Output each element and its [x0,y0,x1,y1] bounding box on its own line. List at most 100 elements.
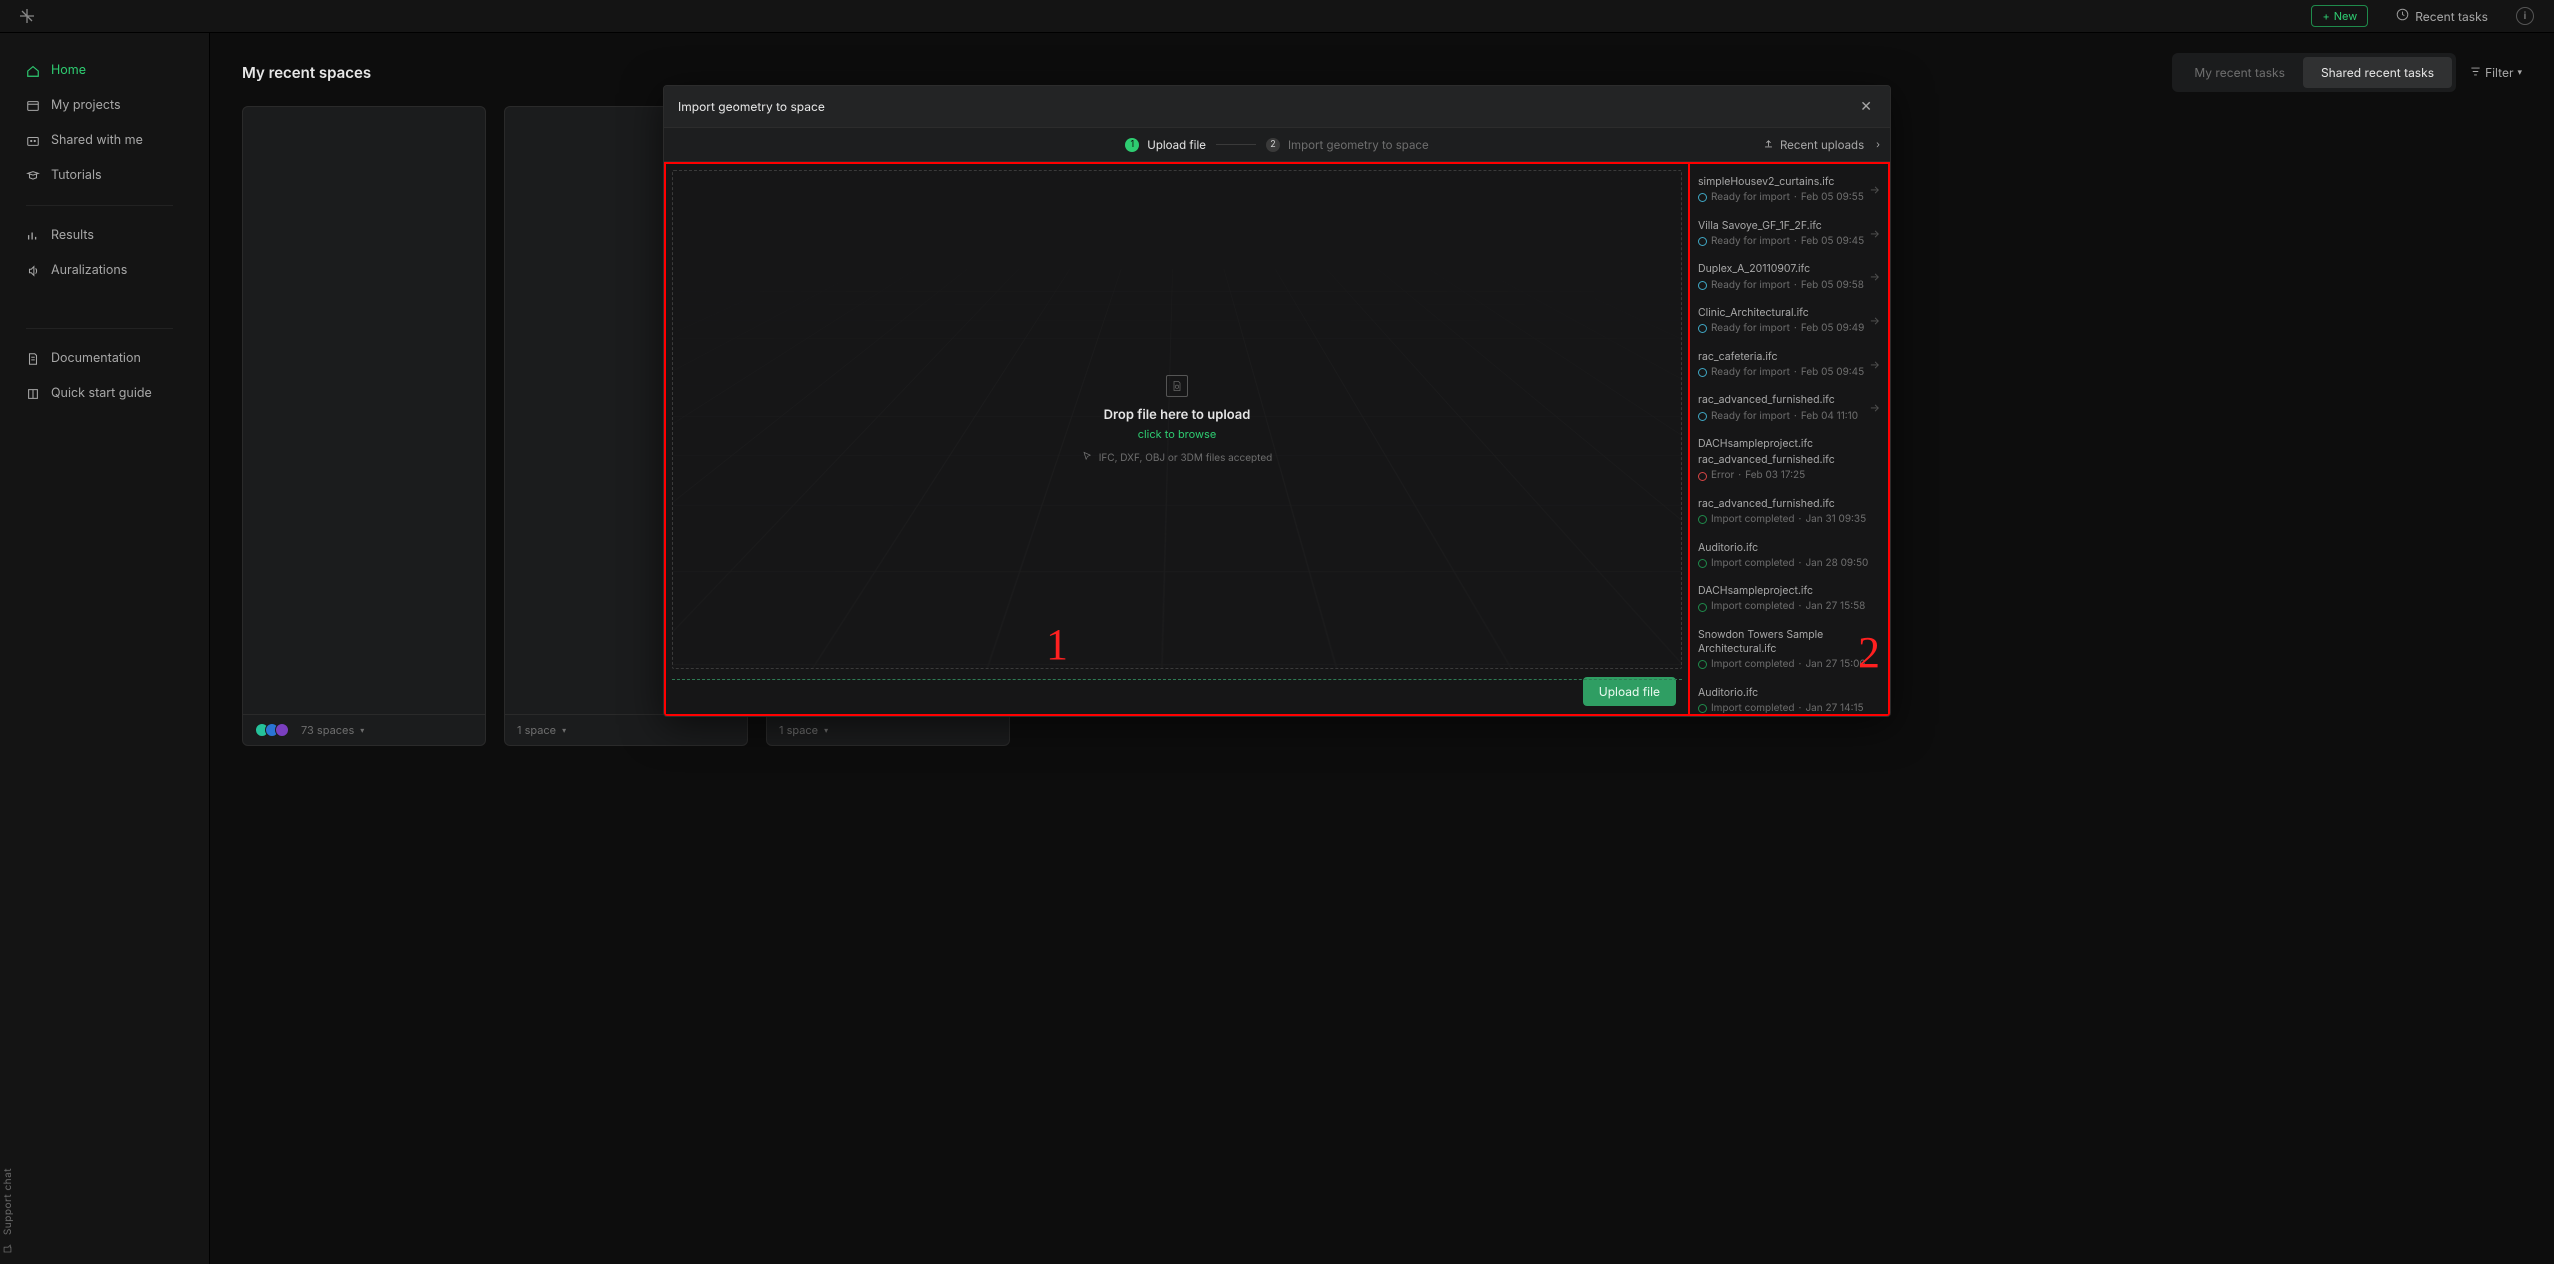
modal-header: Import geometry to space ✕ [664,86,1890,128]
separator: · [1799,600,1802,614]
arrow-right-icon[interactable]: → [1870,313,1881,328]
recent-upload-name: rac_cafeteria.ifc [1698,350,1878,364]
status-dot-icon [1698,412,1707,421]
recent-upload-meta: Import completed · Jan 27 15:06 [1698,658,1878,672]
recent-upload-item[interactable]: Auditorio.ifc Import completed · Jan 28 0… [1694,534,1882,578]
recent-upload-meta: Ready for import · Feb 05 09:49 [1698,322,1878,336]
recent-upload-meta: Ready for import · Feb 05 09:45 [1698,235,1878,249]
recent-upload-status: Import completed [1711,702,1795,716]
recent-upload-item[interactable]: rac_advanced_furnished.ifc Import complet… [1694,490,1882,534]
status-dot-icon [1698,368,1707,377]
recent-upload-item[interactable]: DACHsampleproject.ifc Import completed · … [1694,577,1882,621]
separator: · [1794,366,1797,380]
recent-upload-status: Import completed [1711,557,1795,571]
app-logo [20,9,34,23]
recent-upload-status: Import completed [1711,600,1795,614]
recent-upload-item[interactable]: Snowdon Towers Sample Architectural.ifc I… [1694,621,1882,679]
file-drop-zone[interactable]: Drop file here to upload click to browse… [672,170,1682,669]
recent-upload-item[interactable]: rac_advanced_furnished.ifc Ready for impo… [1694,386,1882,430]
recent-upload-item[interactable]: Auditorio.ifc Import completed · Jan 27 1… [1694,679,1882,716]
step-2-label: Import geometry to space [1288,138,1429,152]
chevron-right-icon: › [1876,139,1880,151]
info-icon: i [2524,10,2526,22]
recent-upload-time: Feb 05 09:49 [1801,322,1865,336]
browse-link[interactable]: click to browse [1138,427,1217,441]
recent-upload-item[interactable]: Villa Savoye_GF_1F_2F.ifc Ready for impor… [1694,212,1882,256]
recent-upload-status: Ready for import [1711,235,1790,249]
step-2[interactable]: 2 Import geometry to space [1266,138,1429,152]
recent-upload-status: Ready for import [1711,322,1790,336]
recent-upload-name: rac_advanced_furnished.ifc [1698,393,1878,407]
recent-upload-status: Ready for import [1711,191,1790,205]
recent-uploads-label: Recent uploads [1780,138,1864,152]
support-chat-tab[interactable]: Support chat [2,1168,14,1254]
step-bar: 1 Upload file 2 Import geometry to space… [664,128,1890,162]
recent-upload-meta: Import completed · Jan 27 14:15 [1698,702,1878,716]
recent-upload-name: DACHsampleproject.ifc [1698,437,1878,451]
close-button[interactable]: ✕ [1856,96,1876,117]
recent-upload-time: Feb 05 09:45 [1801,235,1864,249]
divider-dashed [672,679,1682,680]
arrow-right-icon[interactable]: → [1870,270,1881,285]
recent-upload-name: Snowdon Towers Sample Architectural.ifc [1698,628,1878,656]
separator: · [1794,410,1797,424]
arrow-right-icon[interactable]: → [1870,357,1881,372]
recent-upload-time: Jan 28 09:50 [1805,557,1868,571]
status-dot-icon [1698,559,1707,568]
recent-upload-time: Feb 04 11:10 [1801,410,1858,424]
separator: · [1799,702,1802,716]
arrow-right-icon[interactable]: → [1870,226,1881,241]
recent-upload-name: Auditorio.ifc [1698,686,1878,700]
step-1[interactable]: 1 Upload file [1125,138,1206,152]
file-icon [1166,375,1188,397]
recent-upload-name: simpleHousev2_curtains.ifc [1698,175,1878,189]
recent-upload-item[interactable]: Clinic_Architectural.ifcReady for import… [1694,299,1882,343]
recent-uploads-toggle[interactable]: Recent uploads › [1763,128,1880,161]
recent-upload-status: Import completed [1711,513,1795,527]
recent-upload-time: Jan 27 15:06 [1805,658,1865,672]
recent-upload-status: Ready for import [1711,279,1790,293]
separator: · [1799,557,1802,571]
separator: · [1799,658,1802,672]
recent-upload-name: Duplex_A_20110907.ifc [1698,262,1878,276]
recent-upload-name: rac_advanced_furnished.ifc [1698,497,1878,511]
upload-icon [1763,138,1774,152]
recent-upload-meta: Import completed · Jan 28 09:50 [1698,557,1878,571]
recent-upload-item[interactable]: Duplex_A_20110907.ifcReady for import · … [1694,255,1882,299]
upload-file-button-label: Upload file [1599,684,1660,699]
recent-upload-item[interactable]: simpleHousev2_curtains.ifc Ready for impo… [1694,168,1882,212]
step-1-number: 1 [1125,138,1139,152]
recent-upload-item[interactable]: DACHsampleproject.ifcrac_advanced_furnis… [1694,430,1882,490]
recent-upload-meta: Ready for import · Feb 04 11:10 [1698,410,1878,424]
status-dot-icon [1698,237,1707,246]
modal-overlay: Import geometry to space ✕ 1 Upload file… [0,33,2554,1264]
upload-file-button[interactable]: Upload file [1583,677,1676,706]
drop-hint: IFC, DXF, OBJ or 3DM files accepted [1099,452,1273,464]
support-chat-label: Support chat [2,1168,14,1235]
status-dot-icon [1698,324,1707,333]
arrow-right-icon[interactable]: → [1870,401,1881,416]
recent-upload-status: Error [1711,469,1734,483]
separator: · [1794,235,1797,249]
recent-upload-status: Import completed [1711,658,1795,672]
recent-upload-name: Villa Savoye_GF_1F_2F.ifc [1698,219,1878,233]
status-dot-icon [1698,660,1707,669]
recent-upload-meta: Import completed · Jan 27 15:58 [1698,600,1878,614]
modal-title: Import geometry to space [678,99,825,114]
recent-upload-meta: Import completed · Jan 31 09:35 [1698,513,1878,527]
recent-upload-name: DACHsampleproject.ifc [1698,584,1878,598]
arrow-right-icon[interactable]: → [1870,182,1881,197]
recent-upload-name: Auditorio.ifc [1698,541,1878,555]
new-button[interactable]: + New [2311,5,2368,27]
recent-tasks-link[interactable]: Recent tasks [2396,8,2488,24]
separator: · [1738,469,1741,483]
separator: · [1799,513,1802,527]
plus-icon: + [2322,9,2329,23]
recent-upload-status: Ready for import [1711,410,1790,424]
recent-upload-item[interactable]: rac_cafeteria.ifc Ready for import · Feb … [1694,343,1882,387]
help-button[interactable]: i [2516,7,2534,25]
recent-upload-status: Ready for import [1711,366,1790,380]
recent-upload-meta: Ready for import · Feb 05 09:45 [1698,366,1878,380]
recent-upload-time: Feb 05 09:58 [1801,279,1864,293]
topbar: + New Recent tasks i [0,0,2554,33]
